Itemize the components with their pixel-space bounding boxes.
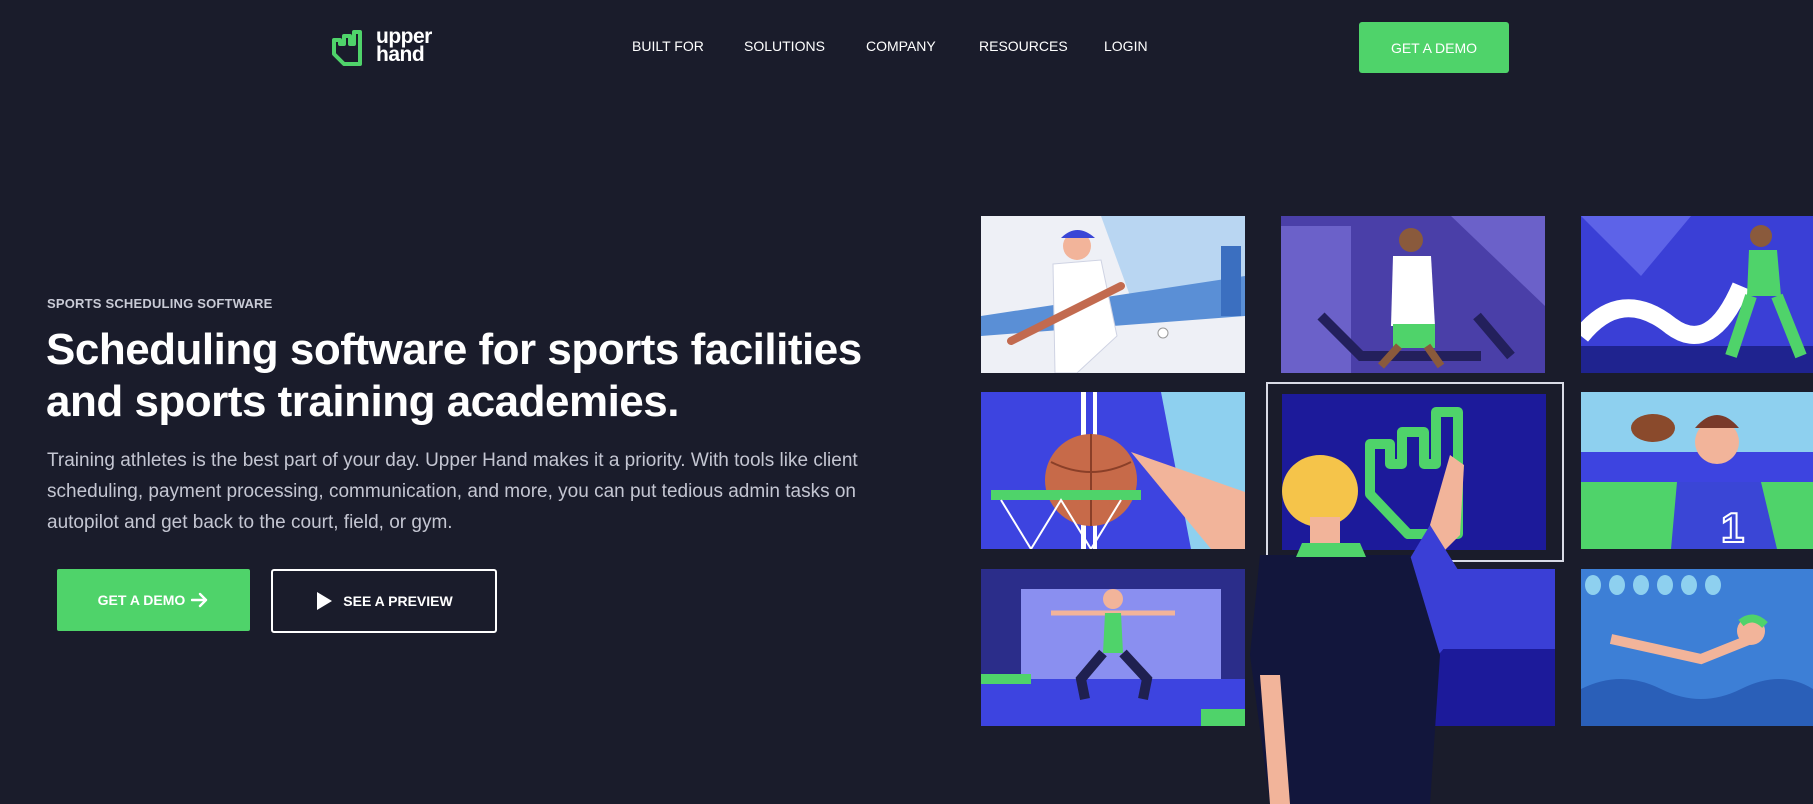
arrow-right-icon [191, 592, 208, 608]
nav-built-for[interactable]: BUILT FOR [632, 38, 704, 54]
see-preview-label: SEE A PREVIEW [343, 593, 453, 609]
coach-pointing-illustration [1250, 455, 1480, 804]
swimming-tile [1581, 569, 1813, 726]
yoga-illustration [981, 569, 1245, 726]
hero-eyebrow: SPORTS SCHEDULING SOFTWARE [47, 296, 273, 311]
hero-body: Training athletes is the best part of yo… [47, 450, 858, 533]
jersey-number: 1 [1721, 504, 1744, 549]
see-preview-button[interactable]: SEE A PREVIEW [271, 569, 497, 633]
upper-hand-logo-icon [332, 30, 362, 66]
logo-wordmark: upper hand [376, 26, 432, 66]
baseball-player-illustration [981, 216, 1245, 373]
basketball-tile [981, 392, 1245, 549]
nav-login[interactable]: LOGIN [1104, 38, 1148, 54]
nav-resources[interactable]: RESOURCES [979, 38, 1068, 54]
battle-ropes-tile [1581, 216, 1813, 373]
play-icon [317, 592, 333, 610]
treadmill-tile [1281, 216, 1545, 373]
battle-ropes-illustration [1581, 216, 1813, 373]
hero-headline-line1: Scheduling software for sports facilitie… [46, 325, 862, 374]
get-demo-button[interactable]: GET A DEMO [57, 569, 250, 631]
get-demo-label: GET A DEMO [97, 592, 186, 608]
header-get-demo-button[interactable]: GET A DEMO [1359, 22, 1509, 73]
baseball-tile [981, 216, 1245, 373]
treadmill-runner-illustration [1281, 216, 1545, 373]
nav-company[interactable]: COMPANY [866, 38, 936, 54]
football-player-illustration: 1 [1581, 392, 1813, 549]
yoga-tile [981, 569, 1245, 726]
basketball-illustration [981, 392, 1245, 549]
hero-headline-line2: and sports training academies. [46, 377, 679, 426]
swimmer-illustration [1581, 569, 1813, 726]
hero-headline: Scheduling software for sports facilitie… [46, 324, 946, 428]
logo-word-hand: hand [376, 43, 425, 66]
football-tile: 1 [1581, 392, 1813, 549]
coach-figure [1250, 455, 1480, 804]
nav-solutions[interactable]: SOLUTIONS [744, 38, 825, 54]
logo[interactable]: upper hand [330, 24, 432, 68]
